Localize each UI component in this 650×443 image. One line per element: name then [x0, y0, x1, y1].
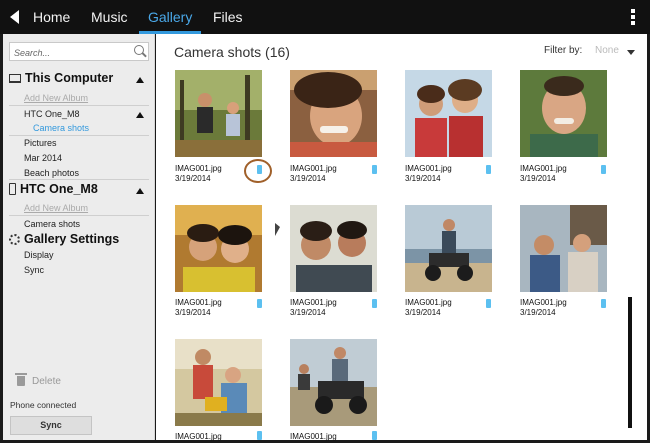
- collapse-phone-icon[interactable]: [136, 188, 144, 194]
- phone-sync-icon: [486, 165, 491, 174]
- vertical-scrollbar[interactable]: [628, 297, 632, 428]
- photo-filename: IMAG001.jpg: [520, 298, 567, 307]
- back-arrow-icon[interactable]: [10, 10, 19, 24]
- sidebar-item-beach-photos[interactable]: Beach photos: [24, 168, 79, 178]
- sidebar: This Computer Add New Album HTC One_M8 C…: [3, 34, 155, 440]
- highlight-circle-annotation: [244, 159, 272, 183]
- photo-filename: IMAG001.jpg: [175, 432, 222, 441]
- phone-sync-icon: [257, 431, 262, 440]
- phone-sync-icon: [372, 299, 377, 308]
- divider: [9, 215, 149, 216]
- tab-music[interactable]: Music: [91, 9, 128, 25]
- photo-thumbnail[interactable]: [175, 205, 262, 292]
- sidebar-item-pictures[interactable]: Pictures: [24, 138, 57, 148]
- photo-filename: IMAG001.jpg: [405, 298, 452, 307]
- filter-dropdown[interactable]: None: [595, 45, 619, 56]
- photo-thumbnail[interactable]: [405, 70, 492, 157]
- photo-filename: IMAG001.jpg: [290, 432, 337, 441]
- phone-sync-icon: [601, 299, 606, 308]
- photo-thumbnail[interactable]: [520, 70, 607, 157]
- photo-date: 3/19/2014: [405, 174, 441, 183]
- photo-thumbnail[interactable]: [405, 205, 492, 292]
- phone-sync-icon: [372, 165, 377, 174]
- photo-thumbnail[interactable]: [290, 205, 377, 292]
- photo-filename: IMAG001.jpg: [520, 164, 567, 173]
- photo-date: 3/19/2014: [520, 308, 556, 317]
- phone-icon: [9, 183, 16, 195]
- top-nav-bar: Home Music Gallery Files: [0, 0, 650, 34]
- section-this-computer[interactable]: This Computer: [9, 71, 113, 85]
- phone-status-text: Phone connected: [10, 400, 77, 410]
- photo-date: 3/19/2014: [405, 308, 441, 317]
- divider: [9, 179, 149, 180]
- page-title: Camera shots (16): [174, 44, 290, 60]
- more-options-icon[interactable]: [631, 9, 635, 27]
- delete-button[interactable]: Delete: [32, 376, 61, 387]
- laptop-icon: [9, 73, 21, 83]
- tab-files[interactable]: Files: [213, 9, 243, 25]
- photo-date: 3/19/2014: [520, 174, 556, 183]
- divider: [9, 135, 149, 136]
- phone-sync-icon: [257, 299, 262, 308]
- photo-filename: IMAG001.jpg: [290, 164, 337, 173]
- filter-label: Filter by:: [544, 45, 583, 56]
- phone-sync-icon: [486, 299, 491, 308]
- photo-thumbnail[interactable]: [290, 339, 377, 426]
- sync-button[interactable]: Sync: [10, 416, 92, 435]
- mouse-cursor-icon: [275, 223, 280, 236]
- photo-thumbnail[interactable]: [175, 339, 262, 426]
- collapse-this-computer-icon[interactable]: [136, 77, 144, 83]
- phone-sync-icon: [372, 431, 377, 440]
- photo-date: 3/19/2014: [290, 308, 326, 317]
- photo-thumbnail[interactable]: [175, 70, 262, 157]
- search-icon[interactable]: [134, 45, 144, 55]
- add-album-computer-link[interactable]: Add New Album: [24, 93, 88, 103]
- chevron-down-icon[interactable]: [627, 50, 635, 55]
- photo-date: 3/19/2014: [290, 174, 326, 183]
- sidebar-item-mar-2014[interactable]: Mar 2014: [24, 153, 62, 163]
- section-this-computer-label: This Computer: [25, 71, 114, 85]
- sidebar-item-sync[interactable]: Sync: [24, 265, 44, 275]
- search-input[interactable]: [10, 44, 128, 62]
- main-content: Camera shots (16) Filter by: None IMAG00…: [156, 34, 647, 441]
- sidebar-item-display[interactable]: Display: [24, 250, 54, 260]
- photo-thumbnail[interactable]: [290, 70, 377, 157]
- tab-home[interactable]: Home: [33, 9, 70, 25]
- collapse-htc-device-icon[interactable]: [136, 112, 144, 118]
- search-box: [9, 42, 149, 62]
- divider: [9, 105, 149, 106]
- sidebar-item-phone-camera-shots[interactable]: Camera shots: [24, 219, 80, 229]
- sidebar-item-camera-shots-active[interactable]: Camera shots: [33, 123, 89, 133]
- add-album-phone-link[interactable]: Add New Album: [24, 203, 88, 213]
- photo-filename: IMAG001.jpg: [405, 164, 452, 173]
- trash-icon: [15, 373, 27, 386]
- section-gallery-settings[interactable]: Gallery Settings: [9, 232, 119, 246]
- section-phone-label: HTC One_M8: [20, 182, 98, 196]
- photo-filename: IMAG001.jpg: [290, 298, 337, 307]
- photo-filename: IMAG001.jpg: [175, 164, 222, 173]
- tab-gallery[interactable]: Gallery: [148, 9, 192, 25]
- photo-date: 3/19/2014: [175, 174, 211, 183]
- photo-date: 3/19/2014: [175, 308, 211, 317]
- photo-filename: IMAG001.jpg: [175, 298, 222, 307]
- sidebar-item-htc-device[interactable]: HTC One_M8: [24, 109, 80, 119]
- photo-thumbnail[interactable]: [520, 205, 607, 292]
- phone-sync-icon: [601, 165, 606, 174]
- section-gallery-settings-label: Gallery Settings: [24, 232, 120, 246]
- gear-icon: [9, 233, 20, 245]
- section-phone[interactable]: HTC One_M8: [9, 182, 98, 196]
